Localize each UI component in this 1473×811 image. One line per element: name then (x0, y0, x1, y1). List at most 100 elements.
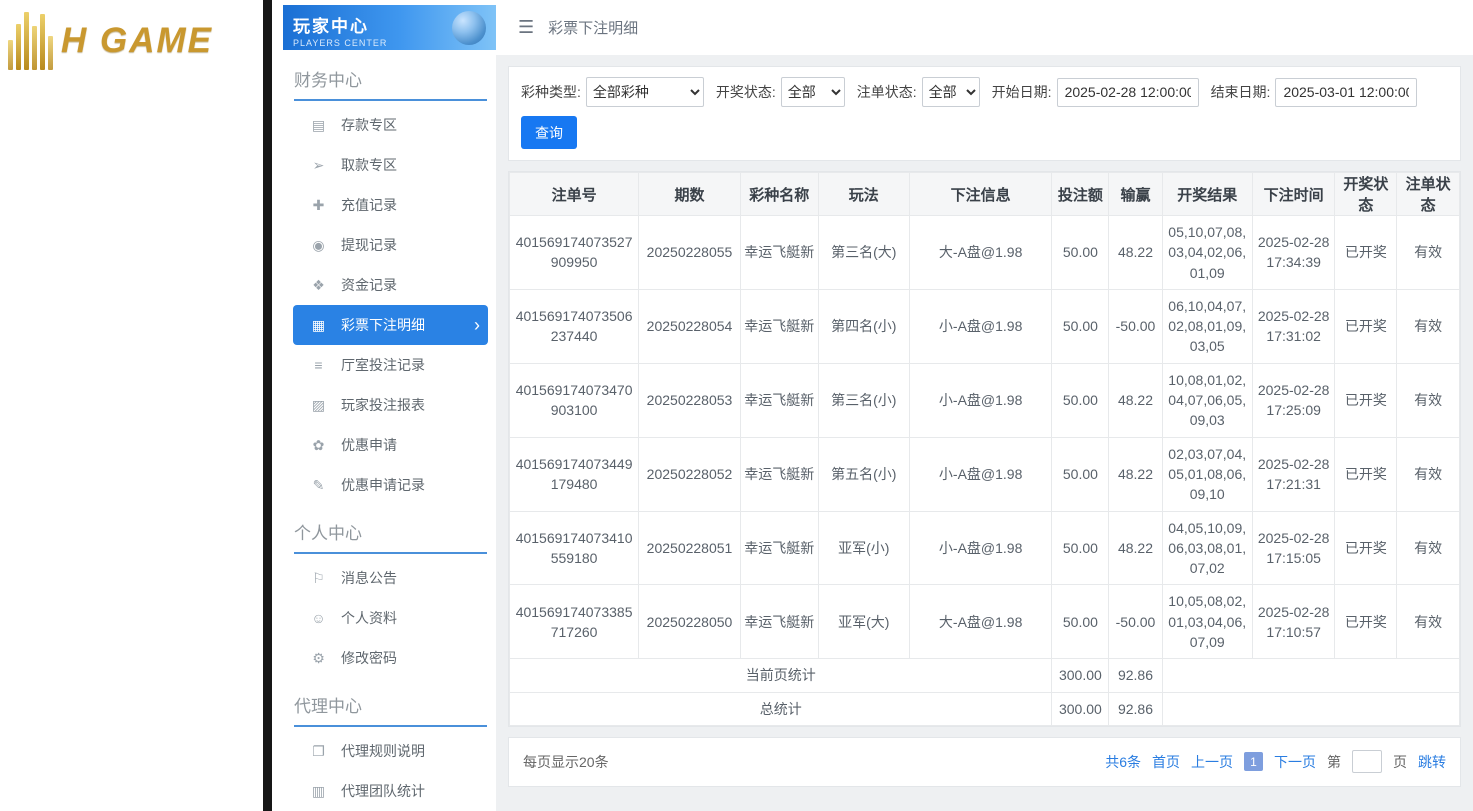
summary-empty-cell (1161, 691, 1461, 726)
page-jump-input[interactable] (1352, 750, 1382, 774)
bets-table: 注单号 期数 彩种名称 玩法 下注信息 投注额 输赢 开奖结果 下注时间 开奖状态 注单状态 401… (508, 172, 1461, 726)
end-date-label: 结束日期: (1210, 84, 1271, 100)
summary-row: 当前页统计 300.00 92.86 (508, 658, 1461, 693)
table-cell: 有效 (1396, 510, 1460, 586)
table-cell: 50.00 (1051, 362, 1110, 438)
column-header: 下注信息 (908, 172, 1053, 216)
main-area: ☰ 彩票下注明细 彩种类型: 全部彩种 开奖状态: 全部 注单状态: 全部 开始… (496, 0, 1473, 811)
section-title-agent: 代理中心 (294, 678, 487, 727)
current-page[interactable]: 1 (1244, 752, 1263, 772)
table-cell: 10,05,08,02,01,03,04,06,07,09 (1161, 584, 1253, 660)
filter-row: 彩种类型: 全部彩种 开奖状态: 全部 注单状态: 全部 开始日期: 2025-… (521, 77, 1448, 107)
table-cell: 有效 (1396, 288, 1460, 364)
draw-status-label: 开奖状态: (715, 84, 776, 100)
sidebar-item-hall-bet-records[interactable]: ≡ 厅室投注记录 (293, 345, 488, 385)
deposit-zone-icon: ▤ (311, 116, 326, 133)
logo-column: H GAME (0, 0, 263, 811)
table-cell: 401569174073449179480 (508, 436, 640, 512)
sidebar-item-label: 彩票下注明细 (341, 317, 425, 333)
table-cell: 已开奖 (1334, 288, 1398, 364)
lottery-type-label: 彩种类型: (521, 84, 581, 100)
bets-table-card: 注单号 期数 彩种名称 玩法 下注信息 投注额 输赢 开奖结果 下注时间 开奖状态 注单状态 401… (508, 171, 1461, 727)
sidebar-item-agent-rules[interactable]: ❐ 代理规则说明 (293, 731, 488, 771)
first-page-link[interactable]: 首页 (1152, 752, 1180, 772)
sidebar-item-announcements[interactable]: ⚐ 消息公告 (293, 558, 488, 598)
summary-label: 总统计 (508, 691, 1053, 726)
table-cell: 已开奖 (1334, 215, 1398, 290)
jump-link[interactable]: 跳转 (1418, 752, 1446, 772)
table-cell: 50.00 (1051, 288, 1110, 364)
table-cell: 第五名(小) (817, 436, 910, 512)
lottery-type-group: 彩种类型: 全部彩种 (521, 77, 704, 107)
table-cell: 2025-02-28 17:15:05 (1251, 510, 1336, 586)
sidebar-item-recharge-records[interactable]: ✚ 充值记录 (293, 185, 488, 225)
table-cell: 有效 (1396, 584, 1460, 660)
sidebar-item-player-bet-report[interactable]: ▨ 玩家投注报表 (293, 385, 488, 425)
change-password-icon: ⚙ (312, 649, 325, 666)
table-cell: 已开奖 (1334, 510, 1398, 586)
summary-winloss-total: 92.86 (1108, 658, 1163, 693)
section-title-finance: 财务中心 (294, 52, 487, 101)
table-cell: 2025-02-28 17:31:02 (1251, 288, 1336, 364)
summary-bet-total: 300.00 (1051, 658, 1110, 693)
sidebar-header: 玩家中心 PLAYERS CENTER (283, 5, 496, 50)
sidebar-item-label: 代理团队统计 (341, 783, 425, 799)
table-cell: 亚军(小) (817, 510, 910, 586)
table-cell: 20250228055 (638, 215, 741, 290)
sidebar-item-profile[interactable]: ☺ 个人资料 (293, 598, 488, 638)
table-cell: 401569174073506237440 (508, 288, 640, 364)
sidebar-item-promo-apply-records[interactable]: ✎ 优惠申请记录 (293, 465, 488, 505)
summary-empty-cell (1161, 658, 1461, 693)
sidebar-item-lottery-bet-details[interactable]: ▦ 彩票下注明细 › (293, 305, 488, 345)
player-bet-report-icon: ▨ (311, 396, 326, 413)
sidebar-item-promo-apply[interactable]: ✿ 优惠申请 (293, 425, 488, 465)
sidebar-item-cashout-records[interactable]: ◉ 提现记录 (293, 225, 488, 265)
order-status-select[interactable]: 全部 (921, 77, 980, 107)
column-header: 投注额 (1051, 172, 1110, 216)
table-cell: 2025-02-28 17:21:31 (1251, 436, 1336, 512)
section-title-personal: 个人中心 (294, 505, 487, 554)
draw-status-group: 开奖状态: 全部 (716, 77, 845, 107)
table-cell: 幸运飞艇新 (739, 510, 819, 586)
table-cell: 20250228053 (638, 362, 741, 438)
order-status-label: 注单状态: (856, 84, 917, 100)
table-cell: 2025-02-28 17:25:09 (1251, 362, 1336, 438)
table-cell: 48.22 (1108, 510, 1163, 586)
table-cell: 06,10,04,07,02,08,01,09,03,05 (1161, 288, 1253, 364)
column-header: 玩法 (817, 172, 910, 216)
table-cell: 第三名(大) (817, 215, 910, 290)
total-count: 共6条 (1105, 753, 1141, 770)
page-word-after: 页 (1393, 753, 1407, 770)
sidebar-item-label: 充值记录 (341, 197, 397, 213)
sidebar-item-label: 优惠申请记录 (341, 477, 425, 493)
column-header: 期数 (638, 172, 741, 216)
withdraw-zone-icon: ➢ (312, 156, 325, 173)
search-button[interactable]: 查询 (521, 116, 577, 149)
sidebar-item-withdraw-zone[interactable]: ➢ 取款专区 (293, 145, 488, 185)
table-cell: 有效 (1396, 436, 1460, 512)
content: 彩种类型: 全部彩种 开奖状态: 全部 注单状态: 全部 开始日期: 2025-… (496, 55, 1473, 798)
prev-page-link[interactable]: 上一页 (1191, 752, 1233, 772)
start-date-input[interactable] (1056, 77, 1199, 107)
table-cell: 小-A盘@1.98 (908, 510, 1053, 586)
end-date-input[interactable] (1275, 77, 1418, 107)
sidebar-item-deposit-zone[interactable]: ▤ 存款专区 (293, 105, 488, 145)
sidebar-item-label: 资金记录 (341, 277, 397, 293)
table-cell: 2025-02-28 17:10:57 (1251, 584, 1336, 660)
table-body: 401569174073527909950 20250228055 幸运飞艇新 第三名… (508, 215, 1461, 726)
sidebar-item-change-password[interactable]: ⚙ 修改密码 (293, 638, 488, 678)
menu-toggle-icon[interactable]: ☰ (518, 17, 534, 38)
table-cell: 有效 (1396, 362, 1460, 438)
table-row: 401569174073470903100 20250228053 幸运飞艇新 第三名… (508, 362, 1460, 438)
table-row: 401569174073385717260 20250228050 幸运飞艇新 亚军(… (508, 584, 1460, 660)
next-page-link[interactable]: 下一页 (1274, 752, 1316, 772)
draw-status-select[interactable]: 全部 (780, 77, 845, 107)
lottery-type-select[interactable]: 全部彩种 (585, 77, 704, 107)
table-cell: 幸运飞艇新 (739, 215, 819, 290)
sidebar-item-agent-team-stats[interactable]: ▥ 代理团队统计 (293, 771, 488, 811)
summary-bet-total: 300.00 (1051, 691, 1110, 726)
sidebar-item-funds-records[interactable]: ❖ 资金记录 (293, 265, 488, 305)
sidebar-item-label: 取款专区 (341, 157, 397, 173)
promo-apply-icon: ✿ (312, 436, 325, 453)
column-header: 开奖结果 (1161, 172, 1253, 216)
